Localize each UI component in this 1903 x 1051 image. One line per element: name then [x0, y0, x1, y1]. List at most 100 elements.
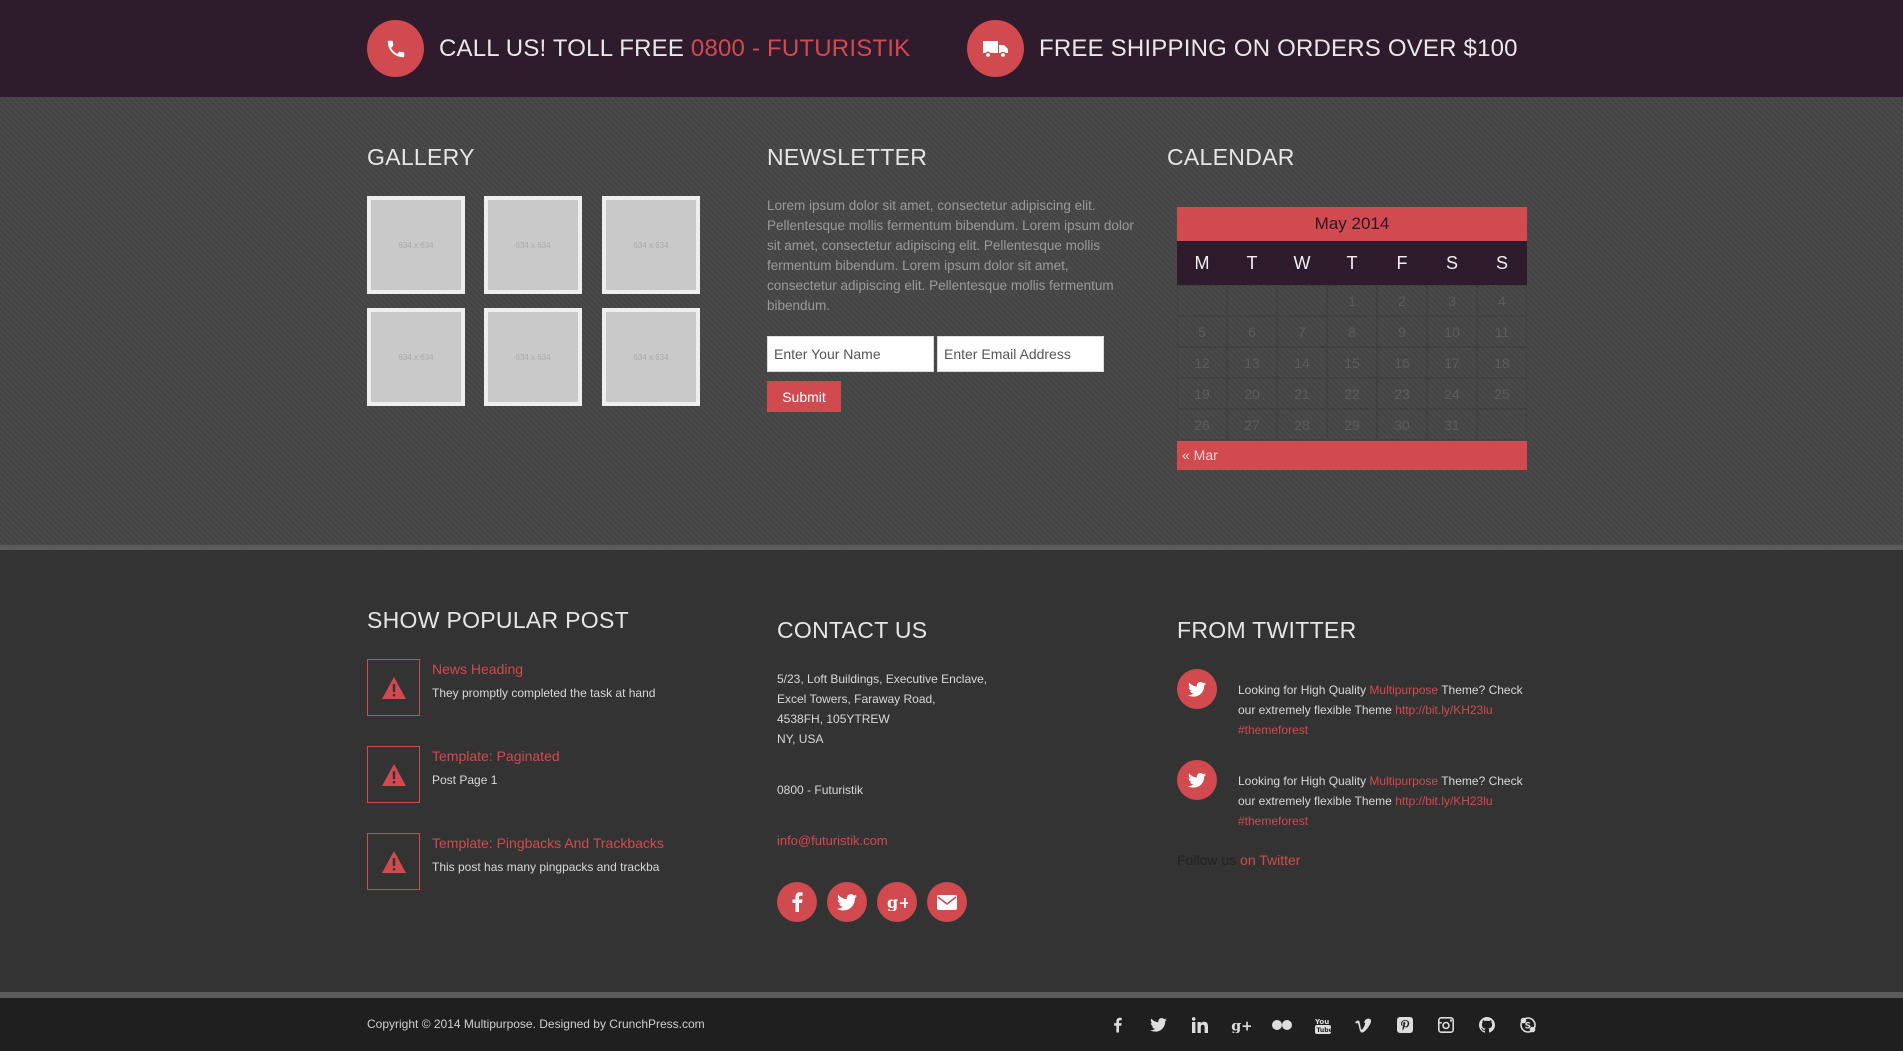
calendar-week: 1234 — [1177, 285, 1527, 316]
gallery-thumb[interactable]: 634 x 634 — [367, 308, 465, 406]
tweet-link[interactable]: Multipurpose — [1369, 774, 1438, 788]
shipping-text: FREE SHIPPING ON ORDERS OVER $100 — [1039, 34, 1518, 62]
thumb-placeholder-label: 634 x 634 — [515, 240, 551, 250]
post-title-link[interactable]: News Heading — [432, 661, 655, 677]
weekday-label: S — [1495, 253, 1508, 273]
contact-title: CONTACT US — [777, 617, 928, 643]
post-excerpt: Post Page 1 — [432, 773, 498, 787]
thumb-placeholder-label: 634 x 634 — [633, 240, 669, 250]
contact-phone: 0800 - Futuristik — [777, 783, 864, 797]
gallery-thumb[interactable]: 634 x 634 — [602, 196, 700, 294]
top-bar: CALL US! TOLL FREE 0800 - FUTURISTIK FRE… — [0, 0, 1903, 97]
tweet-text: Looking for High Quality Multipurpose Th… — [1238, 680, 1538, 740]
tweet-hashtag-link[interactable]: #themeforest — [1238, 814, 1308, 828]
svg-text:g+: g+ — [1231, 1018, 1251, 1033]
linkedin-icon[interactable] — [1179, 1012, 1220, 1038]
svg-text:You: You — [1315, 1018, 1329, 1026]
email-icon[interactable] — [927, 882, 967, 922]
google-plus-icon[interactable]: g+ — [1220, 1012, 1261, 1038]
post-body: News Heading They promptly completed the… — [432, 659, 655, 716]
warning-icon — [367, 833, 420, 890]
popular-post-item[interactable]: News Heading They promptly completed the… — [367, 659, 655, 716]
truck-icon — [967, 20, 1024, 77]
post-excerpt: This post has many pingpacks and trackba — [432, 860, 660, 874]
pinterest-icon[interactable] — [1384, 1012, 1425, 1038]
newsletter-email-input[interactable]: Enter Email Address — [937, 336, 1104, 372]
calendar-day: 6 — [1227, 316, 1277, 347]
facebook-icon[interactable] — [777, 882, 817, 922]
call-us-text: CALL US! TOLL FREE 0800 - FUTURISTIK — [439, 35, 910, 63]
github-icon[interactable] — [1466, 1012, 1507, 1038]
weekday-label: T — [1346, 253, 1358, 273]
tweet-url-link[interactable]: http://bit.ly/KH23lu — [1395, 794, 1492, 808]
calendar-day — [1477, 409, 1527, 440]
contact-email-link[interactable]: info@futuristik.com — [777, 833, 888, 848]
post-body: Template: Pingbacks And Trackbacks This … — [432, 833, 664, 890]
svg-text:S: S — [1524, 1022, 1530, 1032]
post-title-link[interactable]: Template: Pingbacks And Trackbacks — [432, 835, 664, 851]
facebook-icon[interactable] — [1097, 1012, 1138, 1038]
popular-post-title: SHOW POPULAR POST — [367, 607, 629, 633]
follow-twitter-link[interactable]: on Twitter — [1240, 852, 1300, 868]
vimeo-icon[interactable] — [1343, 1012, 1384, 1038]
calendar-day: 31 — [1427, 409, 1477, 440]
calendar-week: 12 13 14 15 16 17 18 — [1177, 347, 1527, 378]
copyright-text: Copyright © 2014 Multipurpose. Designed … — [367, 1017, 705, 1031]
twitter-icon — [1177, 669, 1217, 709]
address-line: NY, USA — [777, 732, 824, 746]
phone-number[interactable]: 0800 - FUTURISTIK — [691, 35, 910, 62]
follow-label: Follow us — [1177, 852, 1241, 868]
youtube-icon[interactable]: You Tube — [1302, 1012, 1343, 1038]
calendar-day: 18 — [1477, 347, 1527, 378]
calendar-day: 2 — [1377, 285, 1427, 316]
calendar-day: 24 — [1427, 378, 1477, 409]
call-us-label: CALL US! TOLL FREE — [439, 34, 691, 62]
tweet-url-link[interactable]: http://bit.ly/KH23lu — [1395, 703, 1492, 717]
calendar-day: 8 — [1327, 316, 1377, 347]
instagram-icon[interactable] — [1425, 1012, 1466, 1038]
newsletter-name-input[interactable]: Enter Your Name — [767, 336, 934, 372]
calendar-day: 20 — [1227, 378, 1277, 409]
skype-icon[interactable]: S — [1507, 1012, 1548, 1038]
twitter-icon[interactable] — [827, 882, 867, 922]
tweet-item: Looking for High Quality Multipurpose Th… — [1177, 669, 1538, 740]
calendar-week: 19 20 21 22 23 24 25 — [1177, 378, 1527, 409]
calendar-day — [1227, 285, 1277, 316]
popular-post-item[interactable]: Template: Pingbacks And Trackbacks This … — [367, 833, 664, 890]
widgets-section — [0, 97, 1903, 545]
calendar-day: 25 — [1477, 378, 1527, 409]
tweet-hashtag-link[interactable]: #themeforest — [1238, 723, 1308, 737]
newsletter-title: NEWSLETTER — [767, 144, 928, 170]
gallery-thumb[interactable]: 634 x 634 — [484, 308, 582, 406]
calendar-prev-link[interactable]: « Mar — [1177, 441, 1527, 470]
flickr-icon[interactable] — [1261, 1012, 1302, 1038]
thumb-placeholder-label: 634 x 634 — [398, 352, 434, 362]
gallery-title: GALLERY — [367, 144, 475, 170]
gallery-thumb[interactable]: 634 x 634 — [602, 308, 700, 406]
weekday-label: F — [1396, 253, 1408, 273]
twitter-icon — [1177, 760, 1217, 800]
newsletter-text: Lorem ipsum dolor sit amet, consectetur … — [767, 198, 1134, 313]
phone-icon — [367, 20, 424, 77]
weekday-label: M — [1194, 253, 1210, 273]
tweet-link[interactable]: Multipurpose — [1369, 683, 1438, 697]
address-line: Excel Towers, Faraway Road, — [777, 692, 936, 706]
post-title-link[interactable]: Template: Paginated — [432, 748, 560, 764]
gallery-thumb[interactable]: 634 x 634 — [484, 196, 582, 294]
calendar-day: 27 — [1227, 409, 1277, 440]
calendar-day: 10 — [1427, 316, 1477, 347]
popular-post-item[interactable]: Template: Paginated Post Page 1 — [367, 746, 560, 803]
calendar-day: 23 — [1377, 378, 1427, 409]
calendar-day: 11 — [1477, 316, 1527, 347]
calendar-day: 4 — [1477, 285, 1527, 316]
calendar-day: 12 — [1177, 347, 1227, 378]
calendar-day: 9 — [1377, 316, 1427, 347]
calendar-day: 30 — [1377, 409, 1427, 440]
google-plus-icon[interactable]: g+ — [877, 882, 917, 922]
submit-button[interactable]: Submit — [767, 381, 841, 412]
calendar-day: 17 — [1427, 347, 1477, 378]
shipping-block: FREE SHIPPING ON ORDERS OVER $100 — [967, 20, 1518, 77]
gallery-thumb[interactable]: 634 x 634 — [367, 196, 465, 294]
contact-address: 5/23, Loft Buildings, Executive Enclave,… — [777, 669, 987, 749]
twitter-icon[interactable] — [1138, 1012, 1179, 1038]
